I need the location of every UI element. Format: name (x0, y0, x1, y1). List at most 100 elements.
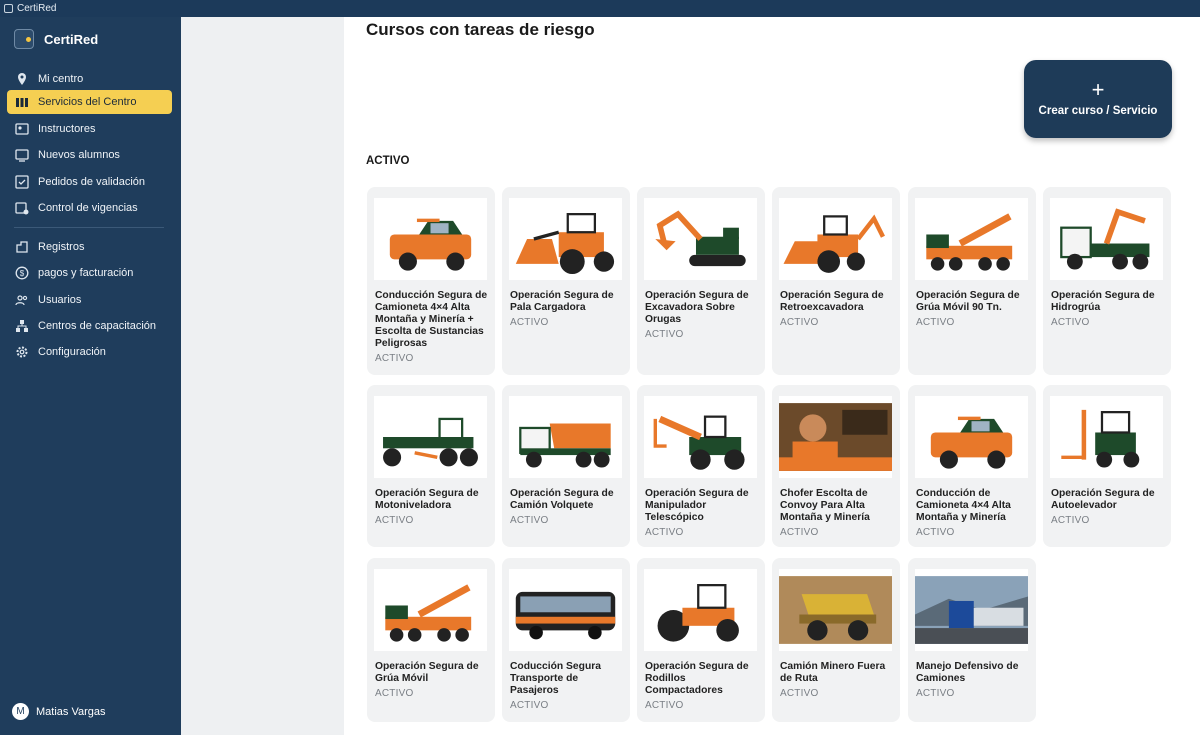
sidebar-item-configuracion[interactable]: Configuración (7, 340, 172, 364)
course-status: ACTIVO (375, 353, 414, 364)
app-icon (4, 4, 13, 13)
course-title-text: Operación Segura de Hidrogrúa (1051, 290, 1155, 313)
course-image-mobile-crane (915, 198, 1028, 280)
course-status: ACTIVO (645, 527, 684, 538)
sidebar-item-servicios[interactable]: Servicios del Centro (7, 90, 172, 114)
course-title-text: Conducción de Camioneta 4×4 Alta Montaña… (916, 488, 1011, 523)
course-title: Operación Segura de Motoniveladora ACTIVO (375, 488, 488, 527)
sidebar-item-label: Registros (38, 241, 85, 253)
course-status: ACTIVO (916, 688, 955, 699)
course-card[interactable]: Manejo Defensivo de Camiones ACTIVO (908, 558, 1036, 722)
calendar-check-icon (15, 201, 29, 215)
user-profile[interactable]: M Matias Vargas (12, 703, 106, 720)
create-course-button[interactable]: + Crear curso / Servicio (1024, 60, 1172, 138)
course-card[interactable]: Coducción Segura Transporte de Pasajeros… (502, 558, 630, 722)
course-title: Operación Segura de Retroexcavadora ACTIV… (780, 290, 893, 329)
course-status: ACTIVO (510, 515, 549, 526)
course-status: ACTIVO (375, 688, 414, 699)
sidebar-item-registros[interactable]: Registros (7, 235, 172, 259)
content-gutter (181, 17, 344, 735)
sidebar-divider (14, 227, 164, 228)
course-image-motor-grader (374, 396, 487, 478)
course-status: ACTIVO (645, 329, 684, 340)
course-image-dump-truck (509, 396, 622, 478)
course-title-text: Operación Segura de Retroexcavadora (780, 290, 884, 313)
create-course-label: Crear curso / Servicio (1038, 105, 1158, 117)
course-title: Chofer Escolta de Convoy Para Alta Monta… (780, 488, 893, 539)
sidebar-item-usuarios[interactable]: Usuarios (7, 288, 172, 312)
course-title-text: Conducción Segura de Camioneta 4×4 Alta … (375, 290, 488, 349)
location-pin-icon (15, 72, 29, 86)
course-card[interactable]: Chofer Escolta de Convoy Para Alta Monta… (772, 385, 900, 547)
course-title: Operación Segura de Grúa Móvil ACTIVO (375, 661, 488, 700)
course-card[interactable]: Operación Segura de Grúa Móvil 90 Tn. ACT… (908, 187, 1036, 375)
course-title-text: Operación Segura de Manipulador Telescóp… (645, 488, 749, 523)
sidebar-item-label: Configuración (38, 346, 106, 358)
sidebar-item-label: Centros de capacitación (38, 320, 157, 332)
sidebar-item-label: Servicios del Centro (38, 96, 137, 108)
course-title: Conducción de Camioneta 4×4 Alta Montaña… (916, 488, 1029, 539)
course-card[interactable]: Operación Segura de Autoelevador ACTIVO (1043, 385, 1171, 547)
course-title: Manejo Defensivo de Camiones ACTIVO (916, 661, 1029, 700)
course-title-text: Operación Segura de Motoniveladora (375, 488, 479, 511)
sidebar-item-label: pagos y facturación (38, 267, 134, 279)
course-title: Operación Segura de Excavadora Sobre Oru… (645, 290, 758, 341)
sidebar-item-instructores[interactable]: Instructores (7, 117, 172, 141)
course-card[interactable]: Operación Segura de Camión Volquete ACTIV… (502, 385, 630, 547)
course-title-text: Chofer Escolta de Convoy Para Alta Monta… (780, 488, 870, 523)
instructor-icon (15, 122, 29, 136)
course-card[interactable]: Operación Segura de Motoniveladora ACTIVO (367, 385, 495, 547)
course-title: Operación Segura de Rodillos Compactador… (645, 661, 758, 712)
sidebar-item-vigencias[interactable]: Control de vigencias (7, 196, 172, 220)
course-card[interactable]: Operación Segura de Rodillos Compactador… (637, 558, 765, 722)
sidebar-item-pagos[interactable]: $ pagos y facturación (7, 261, 172, 285)
course-card[interactable]: Operación Segura de Grúa Móvil ACTIVO (367, 558, 495, 722)
sidebar-item-label: Usuarios (38, 294, 82, 306)
brand-name: CertiRed (44, 31, 99, 47)
course-image-hydro-crane (1050, 198, 1163, 280)
org-icon (15, 319, 29, 333)
course-status: ACTIVO (1051, 317, 1090, 328)
plus-icon: + (1091, 77, 1105, 102)
course-status: ACTIVO (510, 700, 549, 711)
course-title: Operación Segura de Camión Volquete ACTIV… (510, 488, 623, 527)
course-card[interactable]: Operación Segura de Retroexcavadora ACTIV… (772, 187, 900, 375)
course-title-text: Coducción Segura Transporte de Pasajeros (510, 661, 601, 696)
course-card[interactable]: Operación Segura de Pala Cargadora ACTIVO (502, 187, 630, 375)
course-image-telehandler (644, 396, 757, 478)
records-icon (15, 240, 29, 254)
course-title: Coducción Segura Transporte de Pasajeros… (510, 661, 623, 712)
course-title: Operación Segura de Manipulador Telescóp… (645, 488, 758, 539)
sidebar-item-centros[interactable]: Centros de capacitación (7, 314, 172, 338)
course-image-excavator (644, 198, 757, 280)
sidebar-item-nuevos-alumnos[interactable]: Nuevos alumnos (7, 143, 172, 167)
gear-icon (15, 345, 29, 359)
course-title: Conducción Segura de Camioneta 4×4 Alta … (375, 290, 488, 365)
course-card[interactable]: Conducción Segura de Camioneta 4×4 Alta … (367, 187, 495, 375)
course-image-highway-truck (915, 569, 1028, 651)
course-card[interactable]: Conducción de Camioneta 4×4 Alta Montaña… (908, 385, 1036, 547)
course-card[interactable]: Operación Segura de Manipulador Telescóp… (637, 385, 765, 547)
avatar: M (12, 703, 29, 720)
sidebar-item-pedidos[interactable]: Pedidos de validación (7, 170, 172, 194)
course-title-text: Operación Segura de Autoelevador (1051, 488, 1155, 511)
course-title: Operación Segura de Pala Cargadora ACTIVO (510, 290, 623, 329)
course-title-text: Operación Segura de Rodillos Compactador… (645, 661, 749, 696)
sidebar: CertiRed Mi centro Servicios del Centro … (0, 17, 181, 735)
sidebar-item-label: Instructores (38, 123, 96, 135)
course-card[interactable]: Operación Segura de Hidrogrúa ACTIVO (1043, 187, 1171, 375)
course-title-text: Operación Segura de Grúa Móvil (375, 661, 479, 684)
course-card[interactable]: Operación Segura de Excavadora Sobre Oru… (637, 187, 765, 375)
users-icon (15, 293, 29, 307)
brand[interactable]: CertiRed (14, 29, 98, 49)
validation-icon (15, 175, 29, 189)
course-title-text: Operación Segura de Grúa Móvil 90 Tn. (916, 290, 1020, 313)
course-card[interactable]: Camión Minero Fuera de Ruta ACTIVO (772, 558, 900, 722)
sidebar-item-mi-centro[interactable]: Mi centro (7, 67, 172, 91)
course-image-roller (644, 569, 757, 651)
course-title: Operación Segura de Autoelevador ACTIVO (1051, 488, 1164, 527)
course-image-bus (509, 569, 622, 651)
sidebar-item-label: Pedidos de validación (38, 176, 146, 188)
brand-logo-icon (14, 29, 34, 49)
window-title: CertiRed (17, 3, 57, 14)
